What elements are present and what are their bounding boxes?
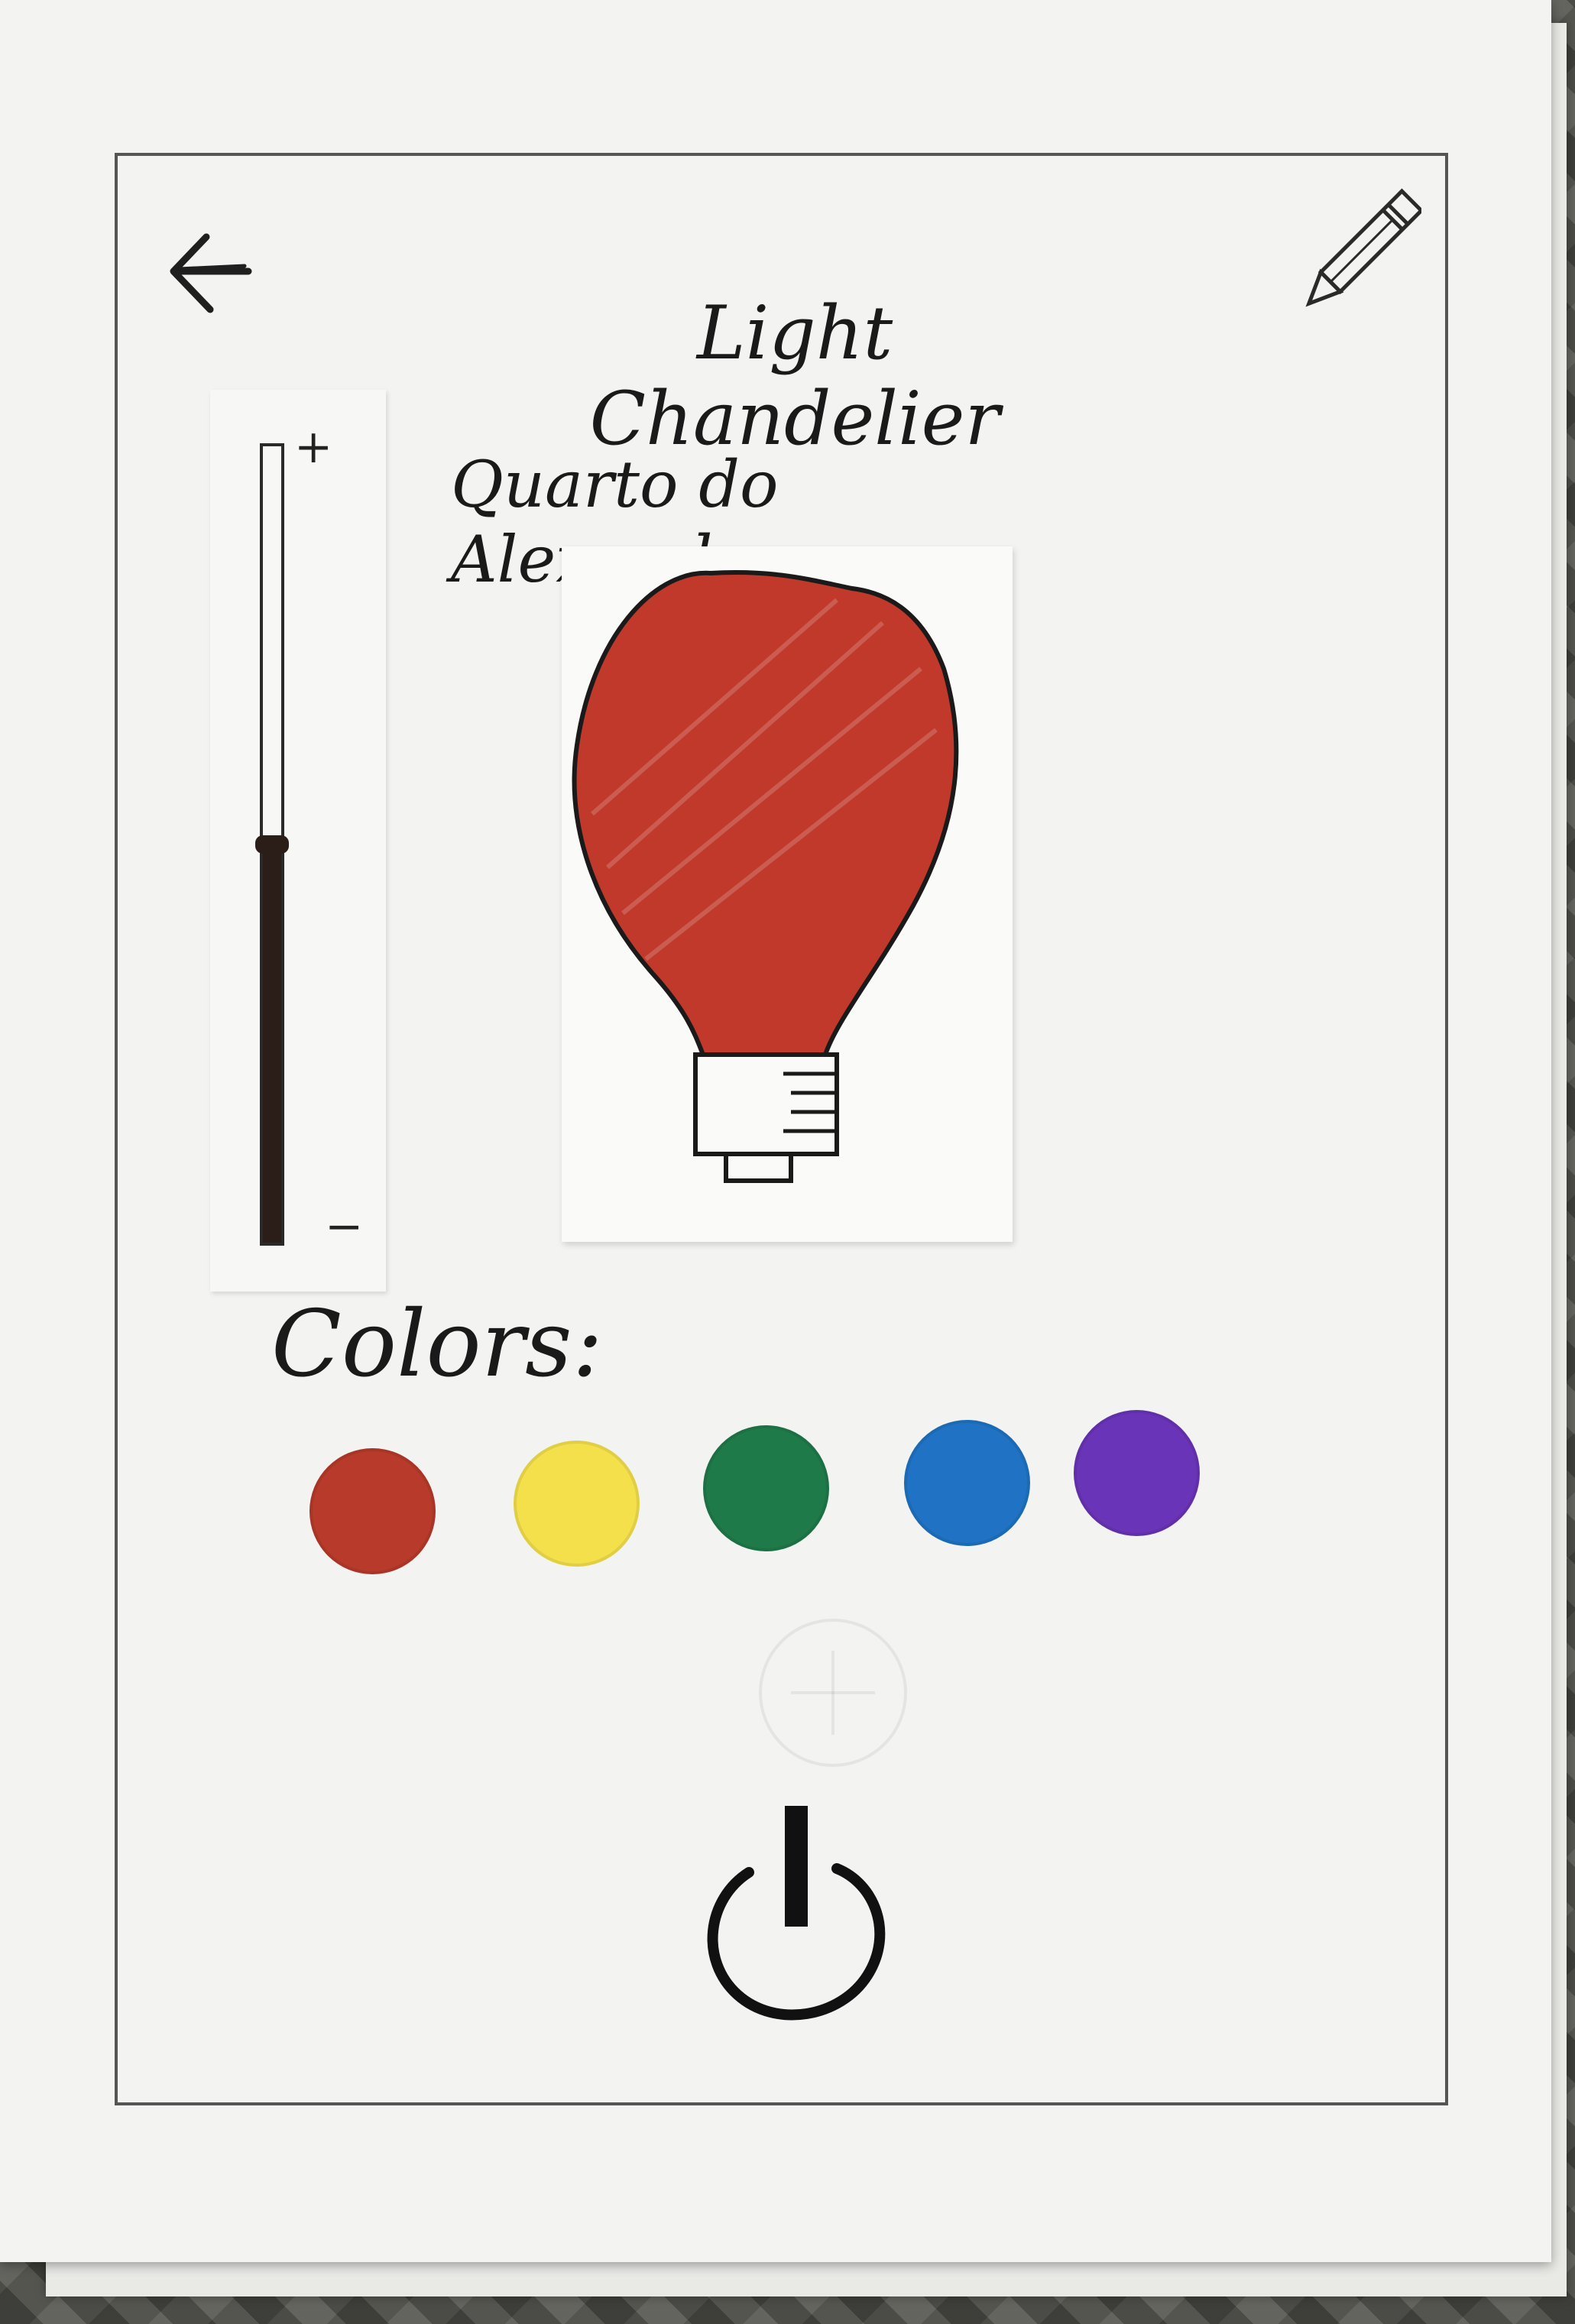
faint-add-icon [753, 1613, 913, 1773]
brightness-thumb[interactable] [255, 835, 289, 854]
back-arrow-icon[interactable] [164, 214, 256, 329]
color-swatch-red[interactable] [309, 1448, 436, 1574]
brightness-slider[interactable] [255, 443, 289, 1246]
paper-sheet: Light Chandelier Quarto do Alexandre + − [0, 0, 1551, 2262]
bulb-card [562, 546, 1013, 1242]
colors-label: Colors: [271, 1292, 604, 1398]
lightbulb-icon [572, 570, 959, 1183]
brightness-plus-label: + [294, 420, 333, 474]
color-swatch-purple[interactable] [1074, 1410, 1200, 1536]
color-swatch-yellow[interactable] [514, 1441, 640, 1567]
brightness-fill [263, 844, 281, 1243]
brightness-minus-label: − [325, 1200, 364, 1253]
color-swatch-blue[interactable] [904, 1420, 1030, 1546]
power-icon[interactable] [692, 1800, 898, 2021]
brightness-slider-card: + − [210, 390, 386, 1292]
page-title: Light Chandelier [589, 290, 1000, 462]
pencil-icon[interactable] [1299, 183, 1424, 321]
color-swatch-green[interactable] [703, 1425, 829, 1551]
